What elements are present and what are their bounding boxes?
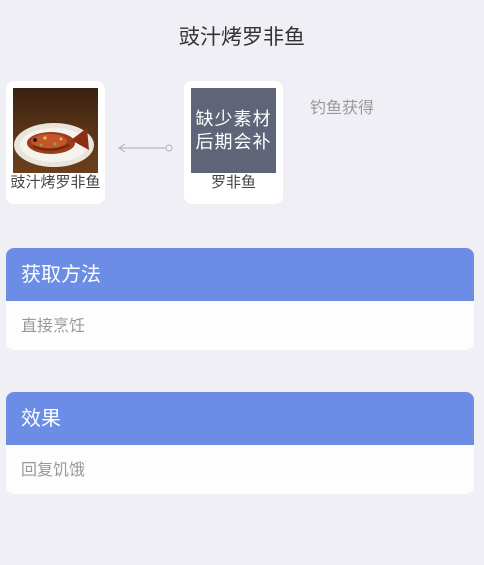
page-title: 豉汁烤罗非鱼 bbox=[179, 25, 305, 49]
placeholder-line-1: 缺少素材 bbox=[195, 108, 272, 130]
placeholder-line-2: 后期会补 bbox=[195, 131, 272, 153]
obtain-method-section: 获取方法 直接烹饪 bbox=[6, 248, 474, 350]
effect-section: 效果 回复饥饿 bbox=[6, 392, 474, 494]
obtain-method-header: 获取方法 bbox=[6, 248, 474, 301]
source-text: 钓鱼获得 bbox=[310, 98, 375, 117]
ingredient-placeholder-image: 缺少素材 后期会补 bbox=[191, 88, 276, 173]
ingredient-label: 罗非鱼 bbox=[210, 173, 256, 191]
recipe-connector-icon bbox=[118, 143, 173, 153]
grilled-fish-dish-icon bbox=[13, 88, 98, 173]
product-label: 豉汁烤罗非鱼 bbox=[10, 173, 101, 191]
product-card[interactable]: 豉汁烤罗非鱼 bbox=[6, 81, 105, 204]
effect-header: 效果 bbox=[6, 392, 474, 445]
effect-value: 回复饥饿 bbox=[6, 445, 474, 494]
ingredient-card[interactable]: 缺少素材 后期会补 罗非鱼 bbox=[184, 81, 283, 204]
obtain-method-value: 直接烹饪 bbox=[6, 301, 474, 350]
